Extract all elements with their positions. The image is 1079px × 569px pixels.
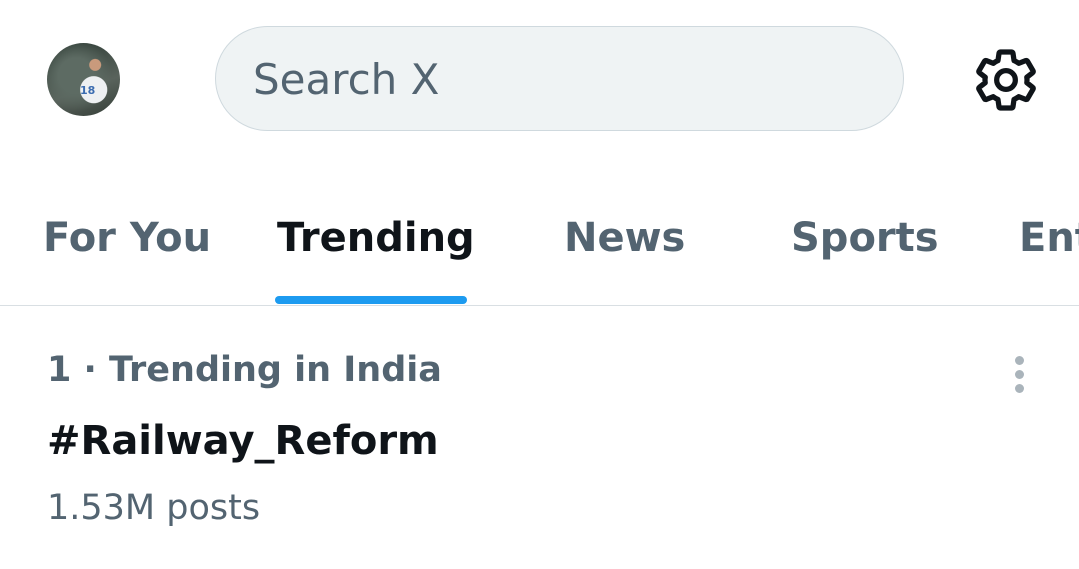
trend-meta: 1 · Trending in India: [47, 350, 442, 390]
tab-sports[interactable]: Sports: [791, 195, 939, 305]
trend-hashtag[interactable]: #Railway_Reform: [47, 418, 439, 464]
tab-bar: For You Trending News Sports Ent: [0, 195, 1079, 305]
tab-trending[interactable]: Trending: [277, 195, 475, 305]
avatar[interactable]: 18: [47, 43, 120, 116]
tab-entertainment[interactable]: Ent: [1019, 195, 1079, 305]
more-options-icon[interactable]: [1002, 352, 1036, 396]
trend-post-count: 1.53M posts: [47, 488, 261, 528]
search-input[interactable]: [251, 27, 875, 132]
tab-news[interactable]: News: [564, 195, 685, 305]
active-tab-indicator: [275, 296, 467, 304]
trend-item[interactable]: 1 · Trending in India #Railway_Reform 1.…: [0, 306, 1079, 569]
avatar-jersey-number: 18: [80, 84, 96, 97]
tab-for-you[interactable]: For You: [43, 195, 211, 305]
gear-icon[interactable]: [971, 45, 1041, 115]
search-bar[interactable]: [215, 26, 904, 132]
